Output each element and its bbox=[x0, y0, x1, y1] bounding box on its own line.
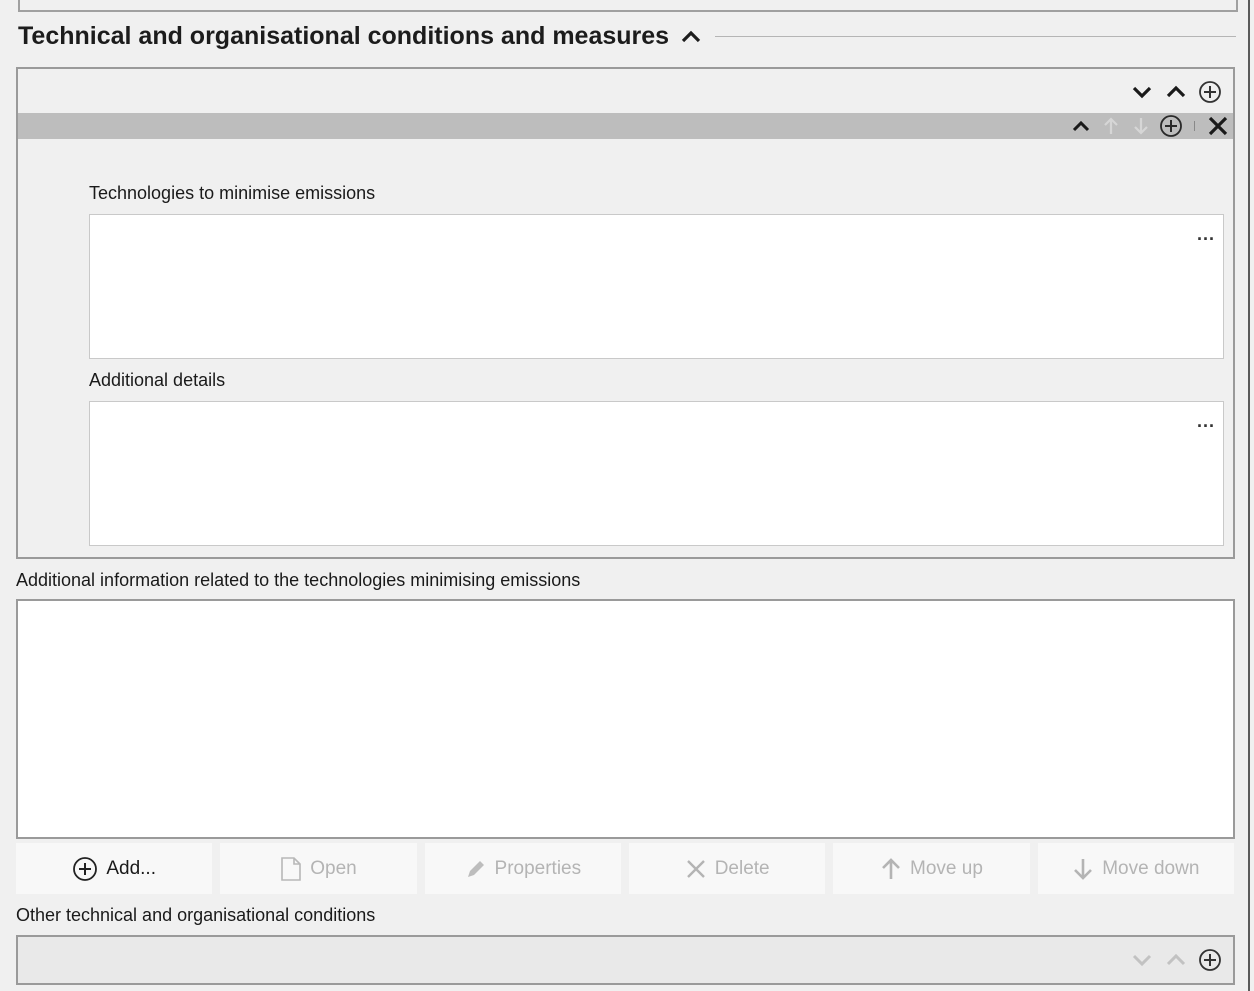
properties-button[interactable]: Properties bbox=[424, 843, 621, 894]
toolbar-separator bbox=[1194, 121, 1195, 131]
technologies-repeatable-block: Technologies to minimise emissions ... A… bbox=[16, 67, 1235, 559]
open-button[interactable]: Open bbox=[220, 843, 417, 894]
arrow-up-icon bbox=[882, 857, 900, 879]
move-down-button-label: Move down bbox=[1102, 857, 1200, 879]
window-right-border bbox=[1248, 0, 1250, 991]
additional-info-label: Additional information related to the te… bbox=[16, 570, 581, 590]
move-down-button[interactable]: Move down bbox=[1037, 843, 1234, 894]
add-button-label: Add... bbox=[106, 857, 156, 879]
move-up-button[interactable]: Move up bbox=[833, 843, 1030, 894]
additional-details-textarea[interactable]: ... bbox=[89, 401, 1224, 546]
chevron-down-icon bbox=[1129, 947, 1155, 973]
chevron-up-icon bbox=[1163, 947, 1189, 973]
section-title: Technical and organisational conditions … bbox=[18, 21, 670, 50]
properties-button-label: Properties bbox=[494, 857, 582, 879]
plus-circle-icon[interactable] bbox=[1158, 113, 1184, 139]
section-divider bbox=[715, 35, 1236, 37]
entry-toolbar bbox=[1068, 113, 1233, 139]
plus-circle-icon[interactable] bbox=[1197, 947, 1223, 973]
chevron-up-icon[interactable] bbox=[679, 24, 703, 48]
previous-section-frame bbox=[18, 0, 1238, 12]
entry-header-bar bbox=[18, 113, 1233, 139]
delete-button-label: Delete bbox=[714, 857, 770, 879]
chevron-down-icon[interactable] bbox=[1129, 79, 1155, 105]
more-options-button[interactable]: ... bbox=[1197, 225, 1215, 243]
chevron-up-icon[interactable] bbox=[1068, 113, 1094, 139]
other-conditions-repeatable-block bbox=[16, 935, 1235, 985]
delete-button[interactable]: Delete bbox=[628, 843, 826, 894]
open-button-label: Open bbox=[310, 857, 357, 879]
close-icon bbox=[686, 859, 705, 878]
arrow-down-icon bbox=[1074, 858, 1093, 880]
arrow-up-icon bbox=[1098, 113, 1124, 139]
arrow-down-icon bbox=[1128, 113, 1154, 139]
chevron-up-icon[interactable] bbox=[1163, 79, 1189, 105]
other-conditions-label: Other technical and organisational condi… bbox=[16, 905, 376, 925]
other-conditions-toolbar bbox=[1129, 947, 1223, 973]
additional-info-textarea[interactable] bbox=[16, 599, 1235, 839]
attachment-toolbar: Add... Open Properties Delete Move up Mo… bbox=[16, 843, 1234, 894]
move-up-button-label: Move up bbox=[910, 857, 983, 879]
block-toolbar bbox=[1129, 79, 1223, 105]
technologies-textarea[interactable]: ... bbox=[89, 214, 1224, 359]
more-options-button[interactable]: ... bbox=[1197, 412, 1215, 430]
plus-circle-icon bbox=[73, 856, 98, 881]
section-header: Technical and organisational conditions … bbox=[18, 16, 1236, 56]
additional-details-label: Additional details bbox=[89, 370, 226, 390]
document-icon bbox=[281, 856, 302, 881]
technologies-label: Technologies to minimise emissions bbox=[89, 183, 376, 203]
close-icon[interactable] bbox=[1205, 113, 1231, 139]
plus-circle-icon[interactable] bbox=[1197, 79, 1223, 105]
pencil-icon bbox=[467, 860, 484, 877]
add-button[interactable]: Add... bbox=[16, 843, 213, 894]
